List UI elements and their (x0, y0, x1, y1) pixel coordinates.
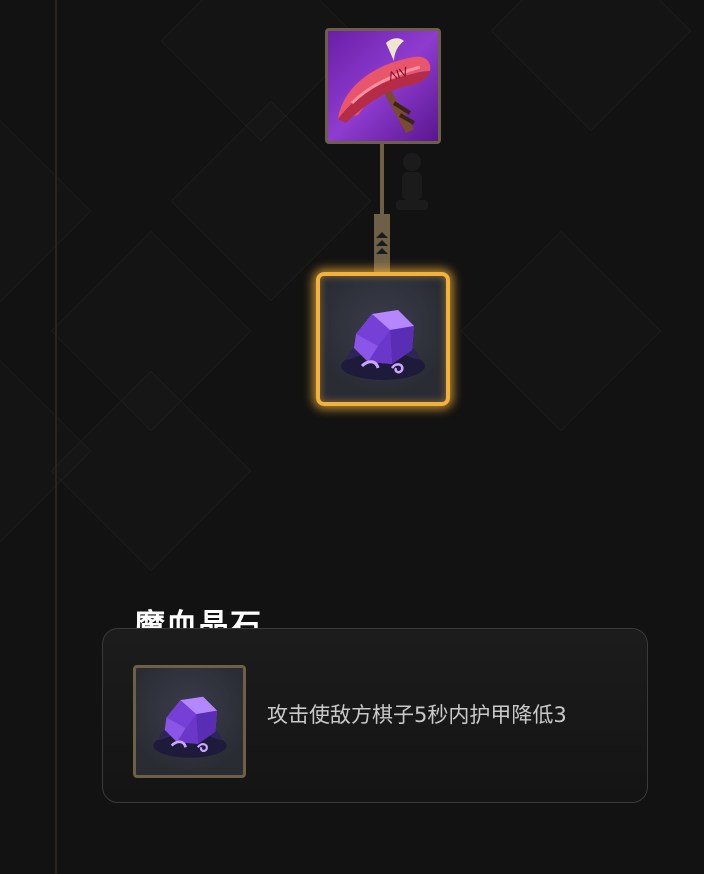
bg-diamond (0, 111, 91, 312)
chevron-up-icon (374, 214, 390, 272)
ghost-figure-icon (396, 153, 428, 210)
left-rail (55, 0, 57, 874)
bg-diamond (0, 351, 91, 552)
purple-crystal-icon (341, 310, 425, 380)
bg-diamond (51, 371, 252, 572)
component-item-slot[interactable]: ΛΙV (325, 28, 441, 144)
game-screen: ΛΙV 魔血晶石 攻击使敌方棋子5秒内护甲降低3 (0, 0, 704, 874)
item-detail-panel: 攻击使敌方棋子5秒内护甲降低3 (102, 628, 648, 803)
bg-diamond (491, 0, 692, 131)
pickaxe-icon: ΛΙV (338, 38, 431, 133)
detail-item-slot (133, 665, 246, 778)
selected-item-slot[interactable] (316, 272, 450, 406)
bg-diamond (461, 231, 662, 432)
item-description: 攻击使敌方棋子5秒内护甲降低3 (267, 703, 567, 727)
purple-crystal-icon (152, 696, 227, 758)
